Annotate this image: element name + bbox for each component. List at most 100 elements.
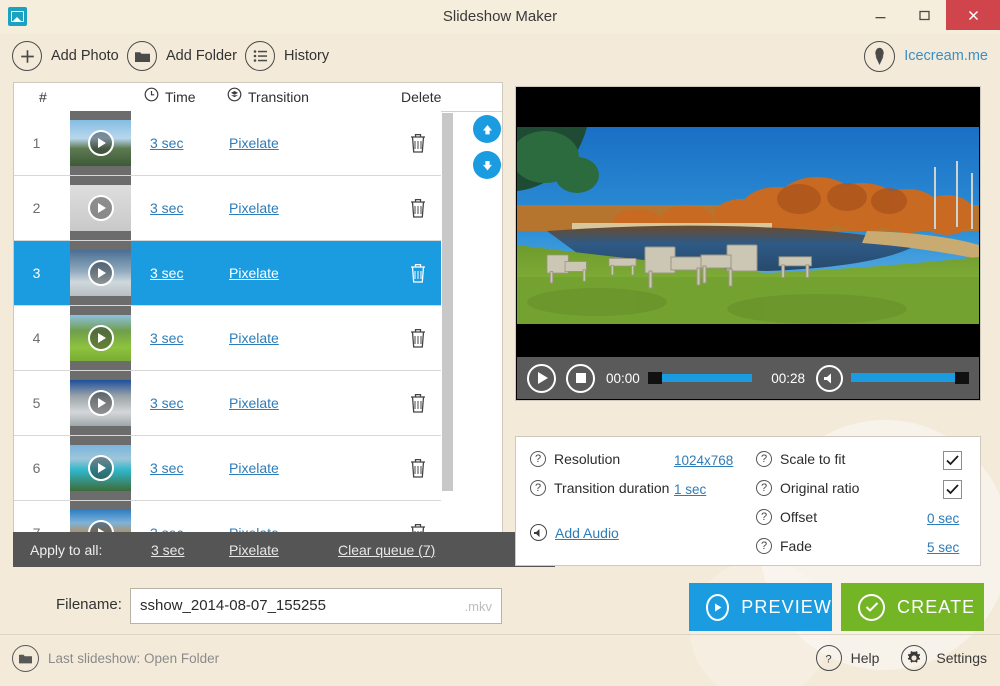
row-thumbnail[interactable] <box>70 241 131 305</box>
row-transition[interactable]: Pixelate <box>229 265 279 281</box>
row-thumbnail[interactable] <box>70 371 131 435</box>
svg-text:?: ? <box>826 653 832 665</box>
row-thumbnail[interactable] <box>70 436 131 500</box>
column-transition: Transition <box>227 83 309 111</box>
table-row[interactable]: 1 3 sec Pixelate <box>14 111 441 176</box>
preview-image <box>517 127 979 324</box>
preview-label: PREVIEW <box>741 596 832 617</box>
clear-queue-link[interactable]: Clear queue (7) <box>338 542 435 558</box>
plus-icon <box>12 41 42 71</box>
setting-transition-duration-label: Transition duration <box>554 480 670 496</box>
maximize-icon[interactable] <box>902 0 946 30</box>
delete-icon[interactable] <box>407 131 429 155</box>
history-button[interactable]: History <box>245 40 329 72</box>
speaker-icon[interactable] <box>816 364 843 392</box>
delete-icon[interactable] <box>407 196 429 220</box>
window-title: Slideshow Maker <box>442 8 558 25</box>
row-number: 5 <box>32 395 41 411</box>
create-button[interactable]: CREATE <box>841 583 984 631</box>
filename-input[interactable]: sshow_2014-08-07_155255 .mkv <box>130 588 502 624</box>
table-row[interactable]: 7 3 sec Pixelate <box>14 501 441 534</box>
row-transition[interactable]: Pixelate <box>229 460 279 476</box>
toolbar: Add Photo Add Folder History Icecream.me <box>0 34 1000 78</box>
table-row[interactable]: 4 3 sec Pixelate <box>14 306 441 371</box>
play-icon[interactable] <box>527 363 556 393</box>
row-thumbnail[interactable] <box>70 111 131 175</box>
row-time[interactable]: 3 sec <box>150 330 183 346</box>
brand-link[interactable]: Icecream.me <box>864 38 988 74</box>
seek-slider[interactable] <box>647 372 753 384</box>
original-ratio-checkbox[interactable] <box>943 480 962 499</box>
row-transition[interactable]: Pixelate <box>229 330 279 346</box>
footer-actions: ? Help Settings <box>815 645 987 671</box>
column-number: # <box>39 89 47 105</box>
setting-scale-to-fit: ? Scale to fit <box>756 451 845 467</box>
help-icon[interactable]: ? <box>756 538 772 554</box>
table-row[interactable]: 5 3 sec Pixelate <box>14 371 441 436</box>
table-row[interactable]: 3 3 sec Pixelate <box>14 241 441 306</box>
row-thumbnail[interactable] <box>70 501 131 534</box>
move-up-button[interactable] <box>473 115 501 143</box>
scale-to-fit-checkbox[interactable] <box>943 451 962 470</box>
add-folder-button[interactable]: Add Folder <box>127 40 237 72</box>
setting-fade-value[interactable]: 5 sec <box>927 540 959 555</box>
apply-to-all-label: Apply to all: <box>30 541 103 558</box>
last-slideshow-row[interactable]: Last slideshow: Open Folder <box>12 645 219 672</box>
help-icon[interactable]: ? <box>756 451 772 467</box>
column-transition-label: Transition <box>248 89 309 105</box>
row-transition[interactable]: Pixelate <box>229 395 279 411</box>
setting-resolution: ? Resolution <box>530 451 620 467</box>
play-icon <box>87 195 114 221</box>
help-icon[interactable]: ? <box>530 451 546 467</box>
row-number: 1 <box>32 135 41 151</box>
setting-fade-label: Fade <box>780 538 812 554</box>
volume-slider[interactable] <box>851 372 969 384</box>
help-label[interactable]: Help <box>851 650 880 666</box>
close-icon[interactable] <box>946 0 1000 30</box>
add-photo-label: Add Photo <box>51 48 119 64</box>
add-audio-button[interactable]: Add Audio <box>530 524 619 541</box>
stop-icon[interactable] <box>566 363 595 393</box>
row-time[interactable]: 3 sec <box>150 135 183 151</box>
media-rows[interactable]: 1 3 sec Pixelate 2 3 sec Pixelate 3 3 se… <box>14 111 441 534</box>
row-time[interactable]: 3 sec <box>150 395 183 411</box>
settings-label[interactable]: Settings <box>936 650 987 666</box>
column-delete: Delete <box>401 89 442 105</box>
table-row[interactable]: 6 3 sec Pixelate <box>14 436 441 501</box>
row-thumbnail[interactable] <box>70 176 131 240</box>
delete-icon[interactable] <box>407 326 429 350</box>
help-icon[interactable]: ? <box>756 480 772 496</box>
minimize-icon[interactable] <box>858 0 902 30</box>
preview-button[interactable]: PREVIEW <box>689 583 832 631</box>
column-time-label: Time <box>165 89 196 105</box>
row-transition[interactable]: Pixelate <box>229 135 279 151</box>
row-time[interactable]: 3 sec <box>150 200 183 216</box>
list-scrollbar[interactable] <box>442 113 453 491</box>
delete-icon[interactable] <box>407 391 429 415</box>
apply-to-all-bar: Apply to all: 3 sec Pixelate Clear queue… <box>13 532 555 567</box>
move-down-button[interactable] <box>473 151 501 179</box>
layers-icon <box>227 83 242 111</box>
setting-resolution-value[interactable]: 1024x768 <box>674 453 733 468</box>
play-icon <box>87 260 114 286</box>
row-time[interactable]: 3 sec <box>150 265 183 281</box>
setting-scale-to-fit-label: Scale to fit <box>780 451 846 467</box>
table-row[interactable]: 2 3 sec Pixelate <box>14 176 441 241</box>
gear-icon[interactable] <box>901 645 928 671</box>
create-label: CREATE <box>897 596 976 617</box>
row-transition[interactable]: Pixelate <box>229 200 279 216</box>
question-icon[interactable]: ? <box>815 645 842 671</box>
row-time[interactable]: 3 sec <box>150 460 183 476</box>
apply-time-link[interactable]: 3 sec <box>151 542 184 558</box>
apply-transition-link[interactable]: Pixelate <box>229 542 279 558</box>
history-label: History <box>284 48 330 64</box>
help-icon[interactable]: ? <box>530 480 546 496</box>
add-photo-button[interactable]: Add Photo <box>12 40 119 72</box>
setting-transition-duration-value[interactable]: 1 sec <box>674 482 706 497</box>
setting-offset-value[interactable]: 0 sec <box>927 511 959 526</box>
delete-icon[interactable] <box>407 261 429 285</box>
delete-icon[interactable] <box>407 456 429 480</box>
settings-panel: ? Resolution 1024x768 ? Transition durat… <box>515 436 981 566</box>
row-thumbnail[interactable] <box>70 306 131 370</box>
help-icon[interactable]: ? <box>756 509 772 525</box>
